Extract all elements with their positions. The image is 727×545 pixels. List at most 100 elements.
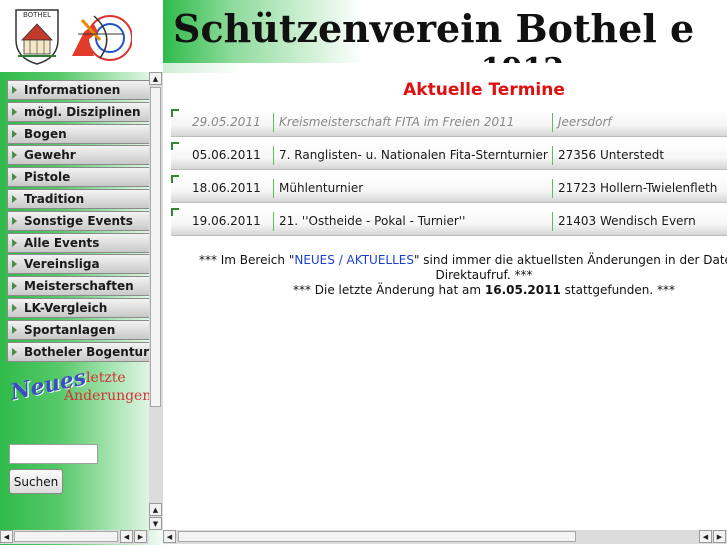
triangle-right-icon	[12, 282, 17, 291]
menu-item-disziplinen[interactable]: mögl. Disziplinen	[7, 101, 150, 122]
column-divider	[273, 113, 274, 132]
notes-line3: *** Die letzte Änderung hat am 16.05.201…	[163, 283, 727, 298]
menu-item-sonstige-events[interactable]: Sonstige Events	[7, 210, 150, 231]
triangle-right-icon	[12, 107, 17, 116]
neues-line2: Änderungen	[64, 388, 152, 404]
event-row[interactable]: 19.06.2011 21. ''Ostheide - Pokal - Turn…	[171, 208, 727, 236]
triangle-right-icon	[12, 325, 17, 334]
triangle-right-icon	[12, 303, 17, 312]
corner-marker-icon	[171, 109, 179, 117]
menu-item-tradition[interactable]: Tradition	[7, 188, 150, 209]
menu-item-label: Sonstige Events	[24, 213, 133, 228]
menu-item-label: Pistole	[24, 170, 71, 185]
scroll-left-arrow-icon[interactable]: ◀	[163, 530, 176, 543]
menu-item-vereinsliga[interactable]: Vereinsliga	[7, 254, 150, 275]
menu-item-label: Vereinsliga	[24, 257, 100, 272]
left-horizontal-scrollbar[interactable]: ◀ ◀ ▶	[0, 530, 149, 544]
top-band	[163, 63, 727, 73]
triangle-right-icon	[12, 129, 17, 138]
triangle-right-icon	[12, 347, 17, 356]
column-divider	[273, 179, 274, 198]
column-divider	[552, 146, 553, 165]
last-change-date: 16.05.2011	[484, 283, 561, 297]
scroll-right-arrow-icon[interactable]: ▶	[713, 530, 726, 543]
menu-item-meisterschaften[interactable]: Meisterschaften	[7, 276, 150, 297]
scrollbar-thumb[interactable]	[150, 87, 161, 407]
scroll-up-arrow-icon[interactable]: ▲	[149, 72, 162, 85]
event-place: 27356 Unterstedt	[558, 148, 665, 162]
scroll-left-arrow-icon-2[interactable]: ◀	[699, 530, 712, 543]
archer-icon	[72, 15, 132, 61]
menu-item-label: Meisterschaften	[24, 279, 134, 294]
crest-text: BOTHEL	[23, 11, 51, 19]
section-title: Aktuelle Termine	[403, 80, 565, 100]
scroll-right-arrow-icon[interactable]: ▶	[134, 530, 147, 543]
event-title: 7. Ranglisten- u. Nationalen Fita-Sternt…	[279, 148, 548, 162]
event-place: 21403 Wendisch Evern	[558, 214, 696, 228]
main-horizontal-scrollbar[interactable]: ◀ ◀ ▶	[163, 530, 727, 544]
menu-item-label: mögl. Disziplinen	[24, 104, 141, 119]
menu-item-label: Bogen	[24, 126, 67, 141]
main-content-frame: Aktuelle Termine 29.05.2011 Kreismeister…	[163, 63, 727, 530]
column-divider	[273, 212, 274, 231]
header-frame: Schützenverein Bothel e von 1912	[163, 0, 727, 63]
menu-item-sportanlagen[interactable]: Sportanlagen	[7, 319, 150, 340]
left-navigation-frame: BOTHEL Informationen mögl. Disziplinen B…	[0, 0, 163, 545]
triangle-right-icon	[12, 260, 17, 269]
menu-item-alle-events[interactable]: Alle Events	[7, 232, 150, 253]
triangle-right-icon	[12, 194, 17, 203]
column-divider	[552, 179, 553, 198]
left-vertical-scrollbar[interactable]: ▲ ▲ ▼	[149, 72, 163, 530]
neues-aenderungen-link[interactable]: Neues letzte Änderungen	[6, 364, 156, 412]
scrollbar-thumb[interactable]	[14, 531, 118, 542]
menu-item-bogenturnier[interactable]: Botheler Bogenturnier	[7, 341, 150, 362]
triangle-right-icon	[12, 86, 17, 94]
search-input[interactable]	[9, 444, 98, 464]
event-title: Mühlenturnier	[279, 181, 364, 195]
notes-line2: Direktaufruf. ***	[435, 268, 533, 282]
event-date: 05.06.2011	[192, 148, 261, 162]
menu-item-pistole[interactable]: Pistole	[7, 167, 150, 188]
menu-item-informationen[interactable]: Informationen	[7, 80, 150, 100]
menu-item-label: Botheler Bogenturnier	[24, 344, 150, 359]
event-place: Jeersdorf	[558, 115, 612, 129]
update-notes: *** Im Bereich "NEUES / AKTUELLES" sind …	[163, 253, 727, 298]
column-divider	[273, 146, 274, 165]
event-date: 29.05.2011	[192, 115, 261, 129]
notes-line1: *** Im Bereich "NEUES / AKTUELLES" sind …	[163, 253, 727, 268]
scroll-left-arrow-icon[interactable]: ◀	[0, 530, 13, 543]
village-crest-icon: BOTHEL	[15, 9, 59, 65]
scroll-up-arrow-icon-lower[interactable]: ▲	[149, 503, 162, 516]
event-row[interactable]: 29.05.2011 Kreismeisterschaft FITA im Fr…	[171, 109, 727, 137]
menu-item-label: Alle Events	[24, 235, 100, 250]
search-button[interactable]: Suchen	[9, 469, 63, 494]
menu-item-gewehr[interactable]: Gewehr	[7, 145, 150, 166]
menu-item-label: Gewehr	[24, 148, 76, 163]
column-divider	[552, 113, 553, 132]
event-row[interactable]: 18.06.2011 Mühlenturnier 21723 Hollern-T…	[171, 175, 727, 203]
event-date: 18.06.2011	[192, 181, 261, 195]
scrollbar-thumb[interactable]	[178, 531, 576, 542]
event-title: 21. ''Ostheide - Pokal - Turnier''	[279, 214, 466, 228]
event-place: 21723 Hollern-Twielenfleth	[558, 181, 718, 195]
logo-area: BOTHEL	[0, 0, 163, 72]
site-title: Schützenverein Bothel e	[173, 6, 695, 51]
neues-aktuelles-link[interactable]: NEUES / AKTUELLES	[294, 253, 414, 267]
menu-item-label: Tradition	[24, 191, 85, 206]
column-divider	[552, 212, 553, 231]
corner-marker-icon	[171, 208, 179, 216]
corner-marker-icon	[171, 142, 179, 150]
scroll-left-arrow-icon-2[interactable]: ◀	[120, 530, 133, 543]
events-list: 29.05.2011 Kreismeisterschaft FITA im Fr…	[171, 109, 727, 241]
menu-item-label: Sportanlagen	[24, 322, 116, 337]
corner-marker-icon	[171, 175, 179, 183]
menu-item-label: Informationen	[24, 83, 121, 97]
menu-item-bogen[interactable]: Bogen	[7, 123, 150, 144]
triangle-right-icon	[12, 238, 17, 247]
event-title: Kreismeisterschaft FITA im Freien 2011	[279, 115, 515, 129]
event-date: 19.06.2011	[192, 214, 261, 228]
notes-line3-pre: *** Die letzte Änderung hat am	[292, 283, 485, 297]
scroll-down-arrow-icon[interactable]: ▼	[149, 517, 162, 530]
event-row[interactable]: 05.06.2011 7. Ranglisten- u. Nationalen …	[171, 142, 727, 170]
menu-item-lk-vergleich[interactable]: LK-Vergleich	[7, 297, 150, 318]
